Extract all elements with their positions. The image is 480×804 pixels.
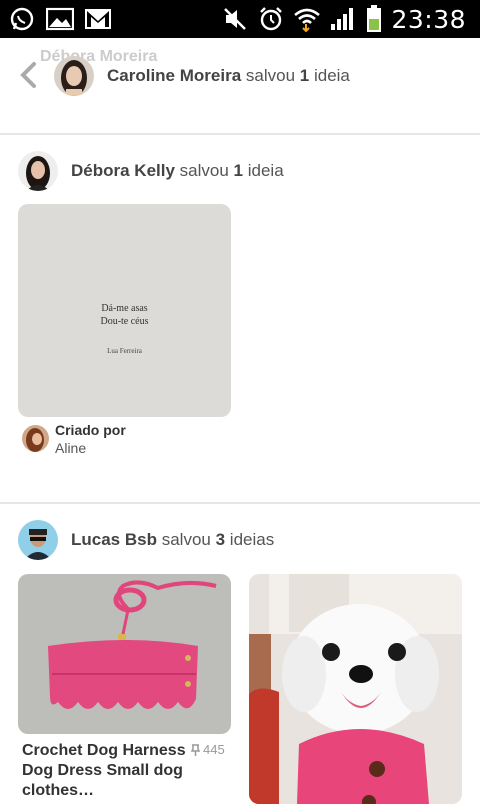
avatar[interactable] bbox=[18, 520, 58, 560]
quote-line: Dá-me asas bbox=[101, 303, 148, 314]
clock-time: 23:38 bbox=[391, 4, 466, 34]
pin-image-crochet[interactable] bbox=[18, 574, 231, 734]
user-name[interactable]: Lucas Bsb bbox=[71, 530, 157, 549]
mute-icon bbox=[221, 5, 249, 33]
avatar[interactable] bbox=[18, 151, 58, 191]
wifi-icon bbox=[293, 5, 321, 33]
feed-item-header: Lucas Bsb salvou 3 ideias bbox=[18, 520, 274, 560]
pin-icon bbox=[191, 743, 200, 756]
gallery-icon bbox=[46, 5, 74, 33]
quote-author: Lua Ferreira bbox=[107, 347, 142, 355]
pin-creator[interactable]: Criado por Aline bbox=[22, 421, 126, 457]
pin-image-dog[interactable] bbox=[249, 574, 462, 804]
gmail-icon bbox=[84, 5, 112, 33]
creator-avatar bbox=[22, 425, 49, 452]
user-name[interactable]: Caroline Moreira bbox=[107, 66, 241, 85]
pin-save-count: 445 bbox=[191, 742, 225, 757]
chevron-left-icon bbox=[20, 62, 36, 88]
feed-item: Débora Kelly salvou 1 ideia Dá-me asas D… bbox=[0, 135, 480, 502]
status-bar: 23:38 bbox=[0, 0, 480, 38]
avatar[interactable] bbox=[54, 56, 94, 96]
back-button[interactable] bbox=[14, 60, 42, 90]
signal-icon bbox=[329, 5, 357, 33]
whatsapp-icon bbox=[8, 5, 36, 33]
created-by-label: Criado por bbox=[55, 422, 126, 438]
activity-line: Caroline Moreira salvou 1 ideia bbox=[107, 66, 350, 85]
pin-image-quote[interactable]: Dá-me asas Dou-te céus Lua Ferreira bbox=[18, 204, 231, 417]
quote-line: Dou-te céus bbox=[100, 316, 149, 327]
activity-line: Débora Kelly salvou 1 ideia bbox=[71, 161, 284, 180]
alarm-icon bbox=[257, 5, 285, 33]
feed-item-header: Débora Kelly salvou 1 ideia bbox=[18, 151, 284, 191]
creator-name: Aline bbox=[55, 440, 87, 456]
pin-title[interactable]: Crochet Dog Harness Dog Dress Small dog … bbox=[22, 741, 187, 801]
activity-line: Lucas Bsb salvou 3 ideias bbox=[71, 530, 275, 549]
user-name[interactable]: Débora Kelly bbox=[71, 161, 175, 180]
feed-item: Lucas Bsb salvou 3 ideias Crochet Dog Ha… bbox=[0, 504, 480, 804]
notification-header: Débora Moreira Caroline Moreira salvou 1… bbox=[0, 38, 480, 133]
battery-icon bbox=[365, 5, 383, 33]
